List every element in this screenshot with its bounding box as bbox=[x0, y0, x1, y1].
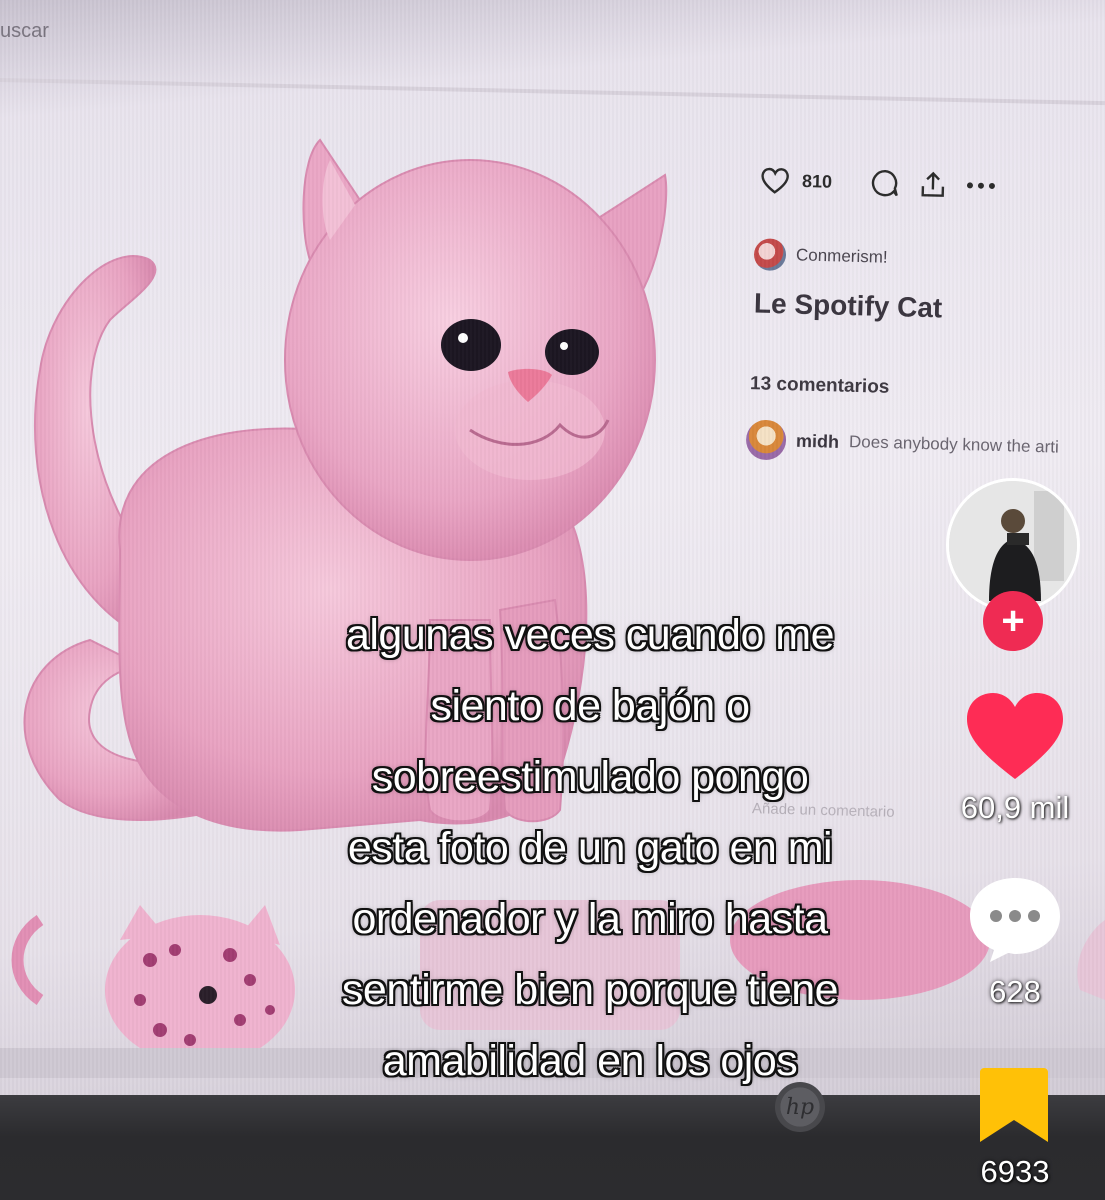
like-count: 60,9 mil bbox=[960, 790, 1070, 825]
search-bar[interactable]: uscar bbox=[0, 20, 49, 43]
author-name[interactable]: Conmerism! bbox=[796, 245, 888, 267]
caption-line: ordenador y la miro hasta bbox=[352, 895, 828, 943]
bookmark-icon[interactable] bbox=[980, 1068, 1048, 1144]
comment-item: midh Does anybody know the arti bbox=[745, 419, 1097, 468]
caption-line: siento de bajón o bbox=[430, 682, 750, 730]
caption-line: esta foto de un gato en mi bbox=[347, 824, 833, 872]
header-divider bbox=[0, 78, 1105, 106]
video-caption: algunas veces cuando me siento de bajón … bbox=[250, 600, 930, 1097]
author-avatar[interactable] bbox=[753, 238, 787, 272]
follow-button[interactable]: + bbox=[983, 591, 1043, 651]
commenter-avatar[interactable] bbox=[745, 419, 787, 461]
comment-count: 628 bbox=[989, 974, 1041, 1009]
pin-author[interactable]: Conmerism! bbox=[753, 238, 888, 273]
pin-like-count: 810 bbox=[801, 170, 833, 192]
caption-line: amabilidad en los ojos bbox=[382, 1037, 798, 1085]
comment-text: Does anybody know the arti bbox=[848, 432, 1060, 457]
save-count: 6933 bbox=[980, 1154, 1050, 1189]
pin-actions: 810 bbox=[758, 163, 999, 203]
like-heart-icon[interactable] bbox=[965, 693, 1065, 783]
comment-icon[interactable] bbox=[968, 876, 1062, 964]
heart-outline-icon[interactable] bbox=[758, 163, 793, 198]
comment-bubble-icon[interactable] bbox=[868, 166, 903, 201]
commenter-name[interactable]: midh bbox=[796, 430, 840, 452]
comments-count[interactable]: 13 comentarios bbox=[750, 373, 890, 399]
share-icon[interactable] bbox=[916, 167, 951, 202]
caption-line: algunas veces cuando me bbox=[345, 611, 835, 659]
creator-photo bbox=[949, 481, 1077, 609]
pin-title: Le Spotify Cat bbox=[753, 287, 943, 324]
caption-line: sentirme bien porque tiene bbox=[341, 966, 839, 1014]
caption-line: sobreestimulado pongo bbox=[371, 753, 809, 801]
video-frame: uscar 810 Conmerism! Le Spotify Cat 13 c… bbox=[0, 0, 1105, 1200]
more-icon[interactable] bbox=[964, 168, 999, 203]
